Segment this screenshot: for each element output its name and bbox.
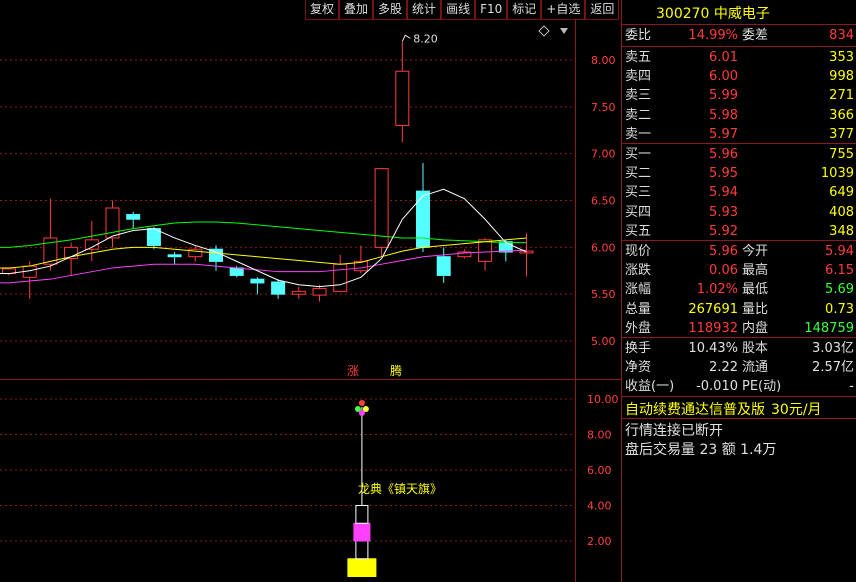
buy-row: 买三 5.94 649 <box>625 185 854 201</box>
ma60-line <box>0 221 527 248</box>
indicator-tick-label: 10.00 <box>587 393 619 406</box>
sell-row: 卖二 5.98 366 <box>625 107 854 123</box>
toolbar-button-6[interactable]: 标记 <box>507 0 542 20</box>
after-hours-volume: 盘后交易量 23 额 1.4万 <box>625 442 777 458</box>
connection-status: 行情连接已断开 <box>625 423 723 439</box>
candle-body <box>126 214 141 220</box>
indicator-tick-label: 2.00 <box>587 535 612 548</box>
indicator-ball-icon <box>358 410 365 416</box>
toolbar-button-5[interactable]: F10 <box>475 0 508 20</box>
price-tick-label: 5.00 <box>591 335 616 348</box>
candle-body <box>167 254 182 258</box>
candle-body <box>416 190 430 248</box>
indicator-label: 龙典《镇天旗》 <box>358 481 442 496</box>
high-marker <box>401 34 411 42</box>
axis-divider <box>575 20 576 582</box>
price-tick-label: 8.00 <box>591 54 616 67</box>
candle-body <box>395 70 410 127</box>
high-price-label: 8.20 <box>413 32 438 45</box>
teng-marker: 腾 <box>390 363 402 378</box>
price-tick-label: 7.50 <box>591 101 616 114</box>
candle-body <box>291 290 306 295</box>
toolbar-button-4[interactable]: 画线 <box>441 0 476 20</box>
wei-bi-row: 委比 14.99% 委差 834 <box>625 28 854 43</box>
price-tick-label: 6.00 <box>591 241 616 254</box>
indicator-bar <box>353 522 371 542</box>
toolbar-button-2[interactable]: 多股 <box>373 0 408 20</box>
stat-row: 现价 5.96 今开 5.94 <box>625 244 854 259</box>
dropdown-icon <box>560 28 568 34</box>
indicator-tick-label: 8.00 <box>587 429 612 442</box>
price-tick-label: 7.00 <box>591 148 616 161</box>
candle-body <box>271 281 286 295</box>
sell-row: 卖五 6.01 353 <box>625 50 854 65</box>
sell-row: 卖一 5.97 377 <box>625 126 854 142</box>
buy-row: 买四 5.93 408 <box>625 204 854 220</box>
toolbar-button-8[interactable]: 返回 <box>585 0 620 20</box>
price-tick-label: 5.50 <box>591 288 616 301</box>
buy-row: 买二 5.95 1039 <box>625 166 854 182</box>
fin-row: 换手 10.43% 股本 3.03亿 <box>625 341 854 356</box>
toolbar-button-3[interactable]: 统计 <box>407 0 442 20</box>
candle-body <box>436 256 451 276</box>
price-tick-label: 6.50 <box>591 195 616 208</box>
indicator-bar <box>355 540 369 560</box>
toolbar: 复权 叠加 多股 统计 画线 F10 标记 +自选 返回 <box>305 0 620 20</box>
buy-row: 买一 5.96 755 <box>625 147 854 162</box>
stat-row: 总量 267691 量比 0.73 <box>625 301 854 317</box>
pane-divider[interactable] <box>0 379 621 380</box>
fin-row: 净资 2.22 流通 2.57亿 <box>625 360 854 375</box>
candle-body <box>229 267 244 276</box>
indicator-bar <box>347 558 377 577</box>
candle-body <box>478 239 493 262</box>
quote-panel: 300270 中威电子 委比 14.99% 委差 834 卖五 6.01 353 卖四… <box>622 0 856 582</box>
toolbar-button-1[interactable]: 叠加 <box>339 0 374 20</box>
sell-row: 卖四 6.00 998 <box>625 69 854 85</box>
stat-row: 涨跌 0.06 最高 6.15 <box>625 263 854 279</box>
stat-row: 外盘 118932 内盘 148759 <box>625 320 854 336</box>
indicator-ball-icon <box>358 400 365 406</box>
stock-name: 中威电子 <box>713 6 770 22</box>
stock-title: 300270 中威电子 <box>622 3 856 23</box>
stat-row: 涨幅 1.02% 最低 5.69 <box>625 282 854 298</box>
candle-body <box>250 278 265 284</box>
toolbar-button-0[interactable]: 复权 <box>305 0 340 20</box>
subscription-ad[interactable]: 自动续费通达信普及版 30元/月 <box>625 399 822 419</box>
candle-body <box>312 288 327 296</box>
sell-row: 卖三 5.99 271 <box>625 88 854 104</box>
indicator-bar <box>355 505 369 524</box>
indicator-tick-label: 6.00 <box>587 464 612 477</box>
indicator-tick-label: 4.00 <box>587 500 612 513</box>
kline-chart[interactable]: 8.00 7.50 7.00 6.50 6.00 5.50 5.00 10.00 8.00 6.0… <box>0 0 621 582</box>
stock-code: 300270 <box>656 6 710 22</box>
diamond-icon <box>538 25 550 37</box>
candle-body <box>333 263 348 292</box>
toolbar-button-7[interactable]: +自选 <box>541 0 586 20</box>
buy-row: 买五 5.92 348 <box>625 223 854 239</box>
fin-row: 收益(一) -0.010 PE(动) - <box>625 379 854 394</box>
zhang-marker: 涨 <box>347 363 359 378</box>
